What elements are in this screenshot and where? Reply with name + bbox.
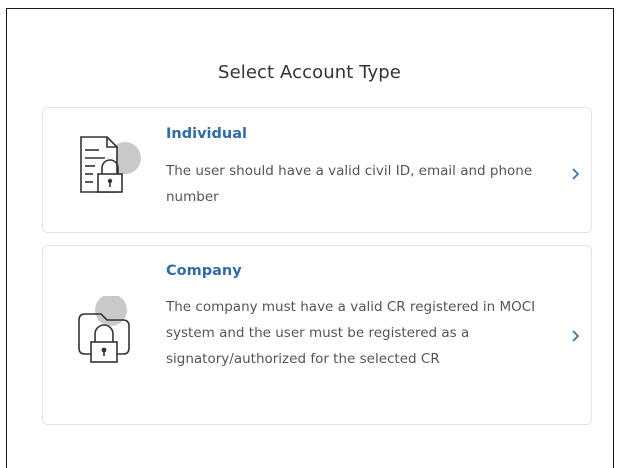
chevron-right-icon <box>571 166 581 185</box>
page-title: Select Account Type <box>218 62 401 83</box>
document-lock-icon <box>67 132 147 216</box>
option-label-individual: Individual <box>166 126 247 142</box>
account-option-individual[interactable]: Individual The user should have a valid … <box>42 107 592 233</box>
account-option-company[interactable]: Company The company must have a valid CR… <box>42 245 592 425</box>
option-description-company: The company must have a valid CR registe… <box>166 299 536 367</box>
folder-lock-icon <box>67 294 147 380</box>
option-label-company: Company <box>166 263 242 279</box>
chevron-right-icon <box>571 328 581 347</box>
option-description-individual: The user should have a valid civil ID, e… <box>166 163 533 205</box>
